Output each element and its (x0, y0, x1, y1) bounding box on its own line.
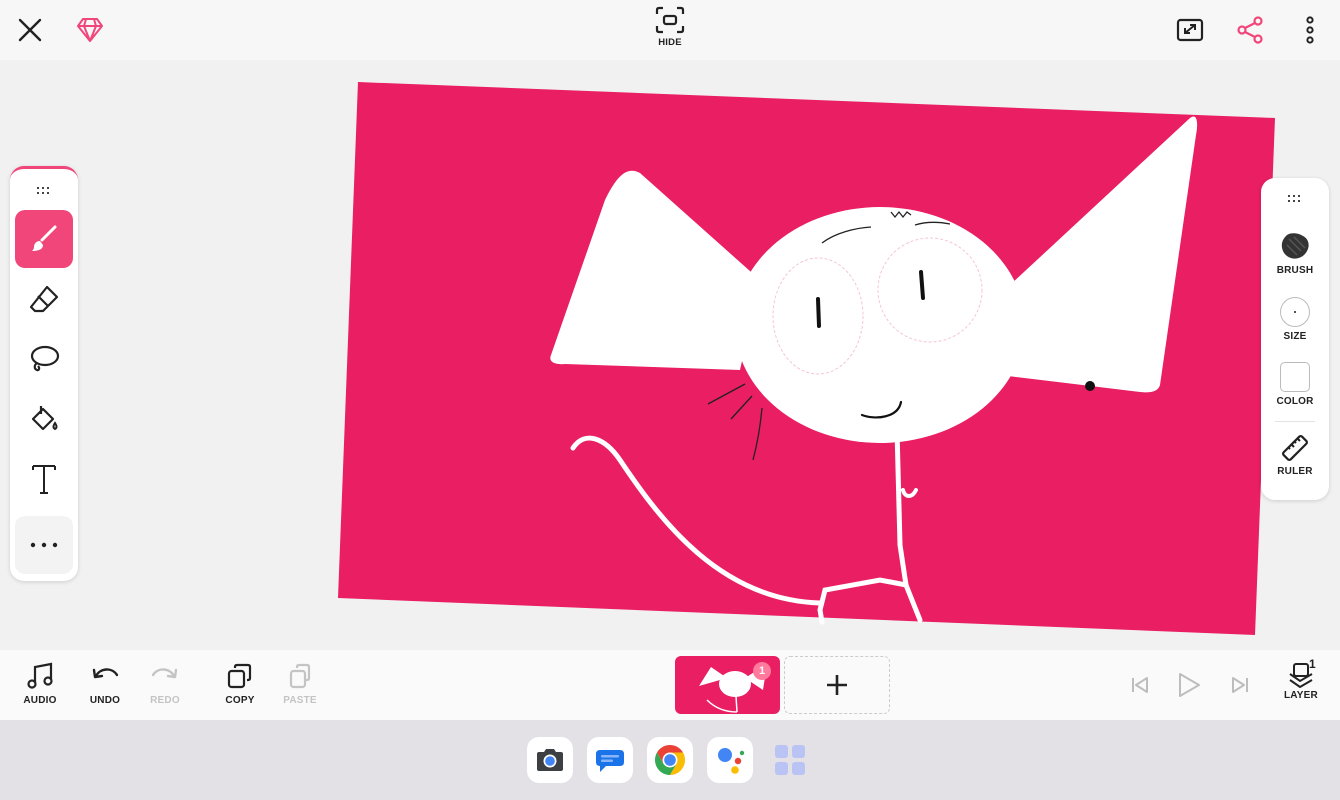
chrome-icon (654, 745, 686, 775)
skip-back-icon (1132, 677, 1148, 693)
app-drawer[interactable] (767, 737, 813, 783)
music-note-icon (27, 662, 53, 689)
layer-label: LAYER (1284, 690, 1318, 701)
assistant-icon (718, 748, 745, 774)
fill-tool[interactable] (15, 390, 73, 448)
lasso-icon (30, 345, 60, 372)
copy-label: COPY (225, 695, 255, 706)
skip-forward-icon (1232, 677, 1248, 693)
fullscreen-button[interactable] (1168, 8, 1212, 52)
frame-thumbnail[interactable]: 1 (675, 656, 780, 714)
last-frame-button[interactable] (1226, 672, 1254, 698)
more-menu-button[interactable] (1288, 8, 1332, 52)
canvas-area (0, 60, 1340, 650)
audio-button[interactable]: AUDIO (10, 662, 70, 706)
assistant-app[interactable] (707, 737, 753, 783)
eraser-icon (29, 285, 59, 313)
hide-ui-button[interactable]: HIDE (644, 6, 696, 48)
drag-handle[interactable] (37, 187, 53, 194)
paint-bucket-icon (31, 406, 58, 431)
redo-icon (151, 668, 178, 679)
diamond-icon (77, 18, 103, 42)
brush-texture-icon (1281, 233, 1309, 259)
color-label: COLOR (1276, 396, 1314, 407)
redo-label: REDO (150, 695, 180, 706)
brush-label: BRUSH (1276, 265, 1314, 276)
right-toolbar: BRUSH SIZE COLOR RULER (1261, 178, 1329, 500)
bottom-bar: AUDIO UNDO REDO COPY PASTE 1 1 LAYER (0, 650, 1340, 720)
divider (1275, 421, 1315, 422)
paste-icon (289, 663, 311, 689)
hide-label: HIDE (658, 37, 682, 48)
audio-label: AUDIO (23, 695, 57, 706)
undo-icon (92, 668, 119, 679)
redo-button[interactable]: REDO (135, 662, 195, 706)
ruler-button[interactable]: RULER (1261, 434, 1329, 477)
plus-icon (827, 675, 847, 695)
left-toolbar (10, 166, 78, 581)
system-dock (0, 720, 1340, 800)
drawing-canvas[interactable] (0, 60, 1340, 650)
color-swatch (1280, 362, 1310, 392)
close-button[interactable] (8, 8, 52, 52)
play-button[interactable] (1174, 670, 1204, 700)
eraser-tool[interactable] (15, 270, 73, 328)
paintbrush-icon (32, 225, 57, 251)
copy-icon (227, 663, 252, 689)
expand-icon (1176, 18, 1204, 42)
add-frame-button[interactable] (784, 656, 890, 714)
text-icon (32, 465, 56, 494)
copy-button[interactable]: COPY (210, 662, 270, 706)
top-bar: HIDE (0, 0, 1340, 60)
size-indicator-icon (1280, 297, 1310, 327)
drag-handle[interactable] (1288, 195, 1304, 202)
size-button[interactable]: SIZE (1261, 297, 1329, 342)
share-button[interactable] (1228, 8, 1272, 52)
messages-app[interactable] (587, 737, 633, 783)
messages-icon (596, 750, 624, 772)
ruler-icon (1282, 435, 1308, 461)
camera-app[interactable] (527, 737, 573, 783)
premium-button[interactable] (68, 8, 112, 52)
camera-icon (537, 749, 563, 771)
chrome-app[interactable] (647, 737, 693, 783)
color-button[interactable]: COLOR (1261, 362, 1329, 407)
layer-button[interactable]: 1 LAYER (1276, 657, 1326, 701)
lasso-tool[interactable] (15, 330, 73, 388)
share-icon (1237, 16, 1263, 44)
more-horizontal-icon (30, 542, 58, 548)
first-frame-button[interactable] (1126, 672, 1154, 698)
focus-frame-icon (655, 6, 685, 34)
undo-button[interactable]: UNDO (75, 662, 135, 706)
more-tools-button[interactable] (15, 516, 73, 574)
ruler-label: RULER (1277, 466, 1313, 477)
play-icon (1179, 673, 1200, 697)
size-label: SIZE (1283, 331, 1307, 342)
paste-label: PASTE (283, 695, 317, 706)
brush-tool[interactable] (15, 210, 73, 268)
app-drawer-icon (775, 745, 805, 775)
more-vertical-icon (1306, 16, 1314, 44)
frame-count-badge: 1 (753, 662, 771, 680)
undo-label: UNDO (89, 695, 121, 706)
brush-type-button[interactable]: BRUSH (1261, 231, 1329, 276)
text-tool[interactable] (15, 450, 73, 508)
layer-count: 1 (1309, 657, 1316, 671)
close-icon (18, 18, 42, 42)
paste-button[interactable]: PASTE (270, 662, 330, 706)
